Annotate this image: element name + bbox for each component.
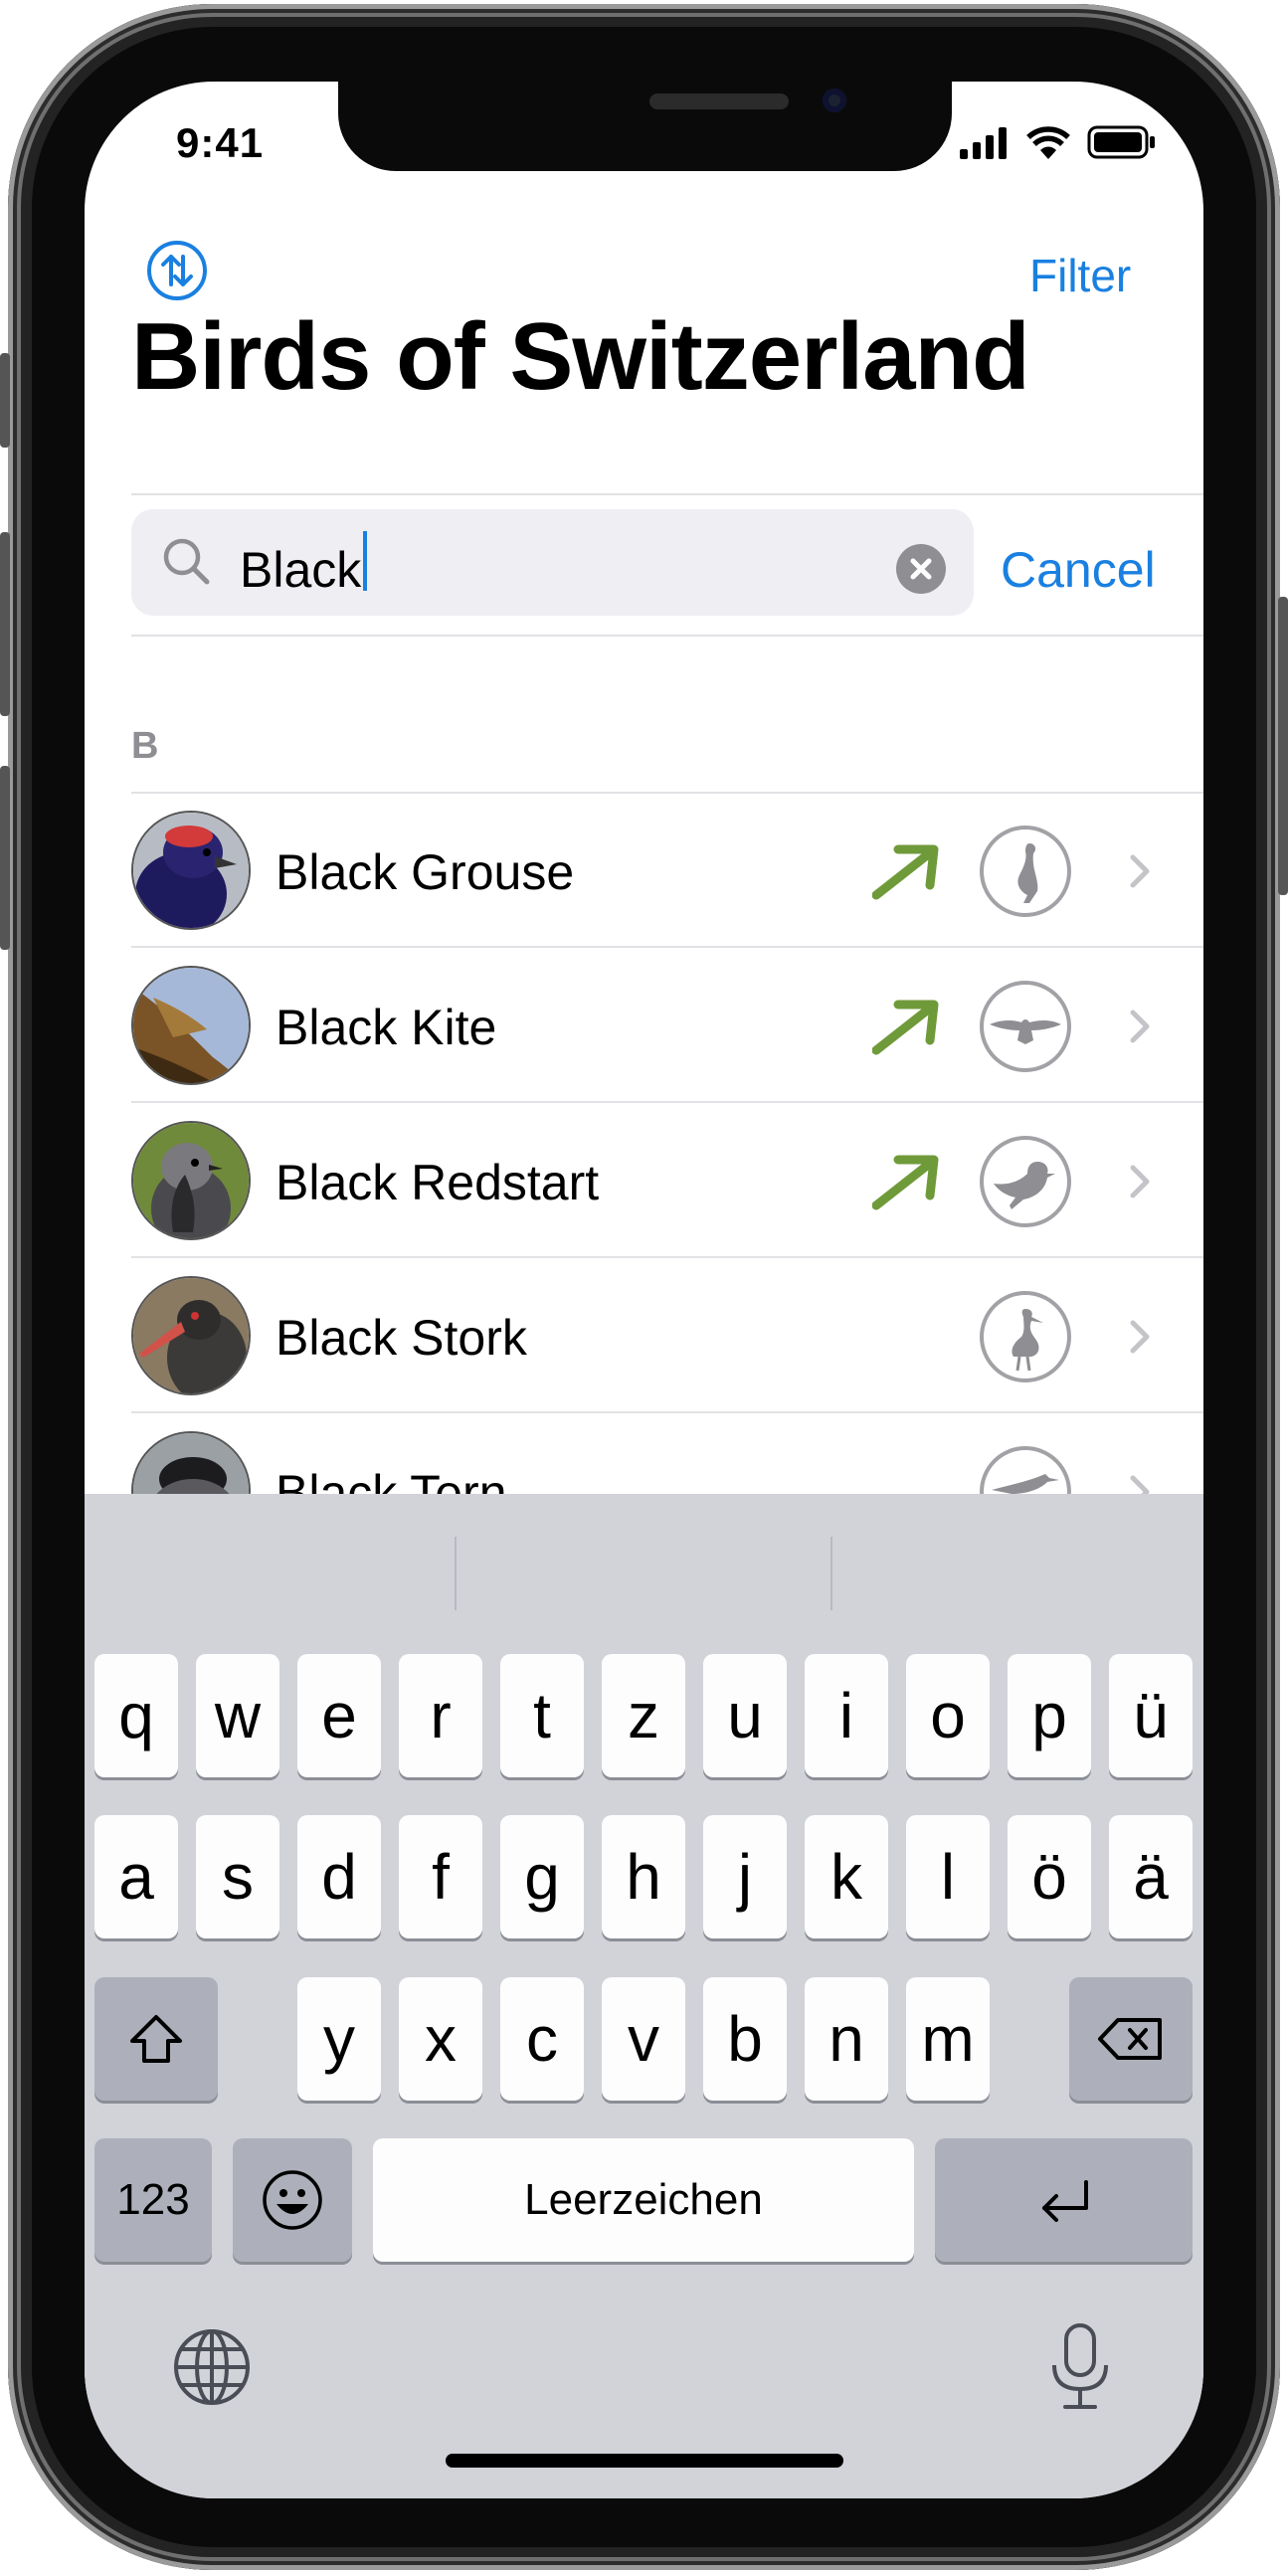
key-h[interactable]: h bbox=[602, 1815, 685, 1938]
emoji-icon bbox=[263, 2170, 322, 2230]
key-a[interactable]: a bbox=[94, 1815, 178, 1938]
return-key[interactable] bbox=[935, 2138, 1193, 2262]
wifi-icon bbox=[1026, 126, 1070, 159]
key-u-umlaut[interactable]: ü bbox=[1109, 1654, 1193, 1777]
key-o[interactable]: o bbox=[906, 1654, 990, 1777]
battery-icon bbox=[1087, 125, 1155, 159]
cellular-signal-icon bbox=[960, 127, 1007, 159]
songbird-silhouette-icon bbox=[980, 1136, 1071, 1227]
list-item[interactable]: Black Grouse bbox=[131, 794, 1203, 948]
key-v[interactable]: v bbox=[602, 1977, 685, 2101]
chevron-right-icon bbox=[1130, 1165, 1150, 1198]
title-divider bbox=[131, 493, 1203, 495]
search-input[interactable]: Black bbox=[240, 541, 361, 599]
chevron-right-icon bbox=[1130, 854, 1150, 888]
trend-up-icon bbox=[872, 844, 939, 900]
trend-up-icon bbox=[872, 1155, 939, 1210]
section-header: B bbox=[131, 725, 159, 767]
emoji-key[interactable] bbox=[233, 2138, 352, 2262]
key-l[interactable]: l bbox=[906, 1815, 990, 1938]
key-k[interactable]: k bbox=[805, 1815, 888, 1938]
chevron-right-icon bbox=[1130, 1320, 1150, 1354]
key-q[interactable]: q bbox=[94, 1654, 178, 1777]
bird-avatar bbox=[131, 966, 251, 1085]
key-f[interactable]: f bbox=[399, 1815, 482, 1938]
key-m[interactable]: m bbox=[906, 1977, 990, 2101]
speaker-grille bbox=[649, 93, 789, 109]
key-s[interactable]: s bbox=[196, 1815, 279, 1938]
bird-name: Black Grouse bbox=[276, 844, 575, 900]
microphone-icon[interactable] bbox=[1045, 2321, 1115, 2413]
clear-icon bbox=[910, 558, 932, 580]
bird-name: Black Stork bbox=[276, 1310, 527, 1366]
row-divider bbox=[131, 946, 1203, 948]
search-divider bbox=[131, 635, 1203, 637]
volume-up-button bbox=[0, 532, 10, 716]
key-d[interactable]: d bbox=[297, 1815, 381, 1938]
bird-avatar bbox=[131, 1276, 251, 1395]
key-n[interactable]: n bbox=[805, 1977, 888, 2101]
stork-silhouette-icon bbox=[980, 1291, 1071, 1382]
return-icon bbox=[1041, 2180, 1088, 2222]
row-divider bbox=[131, 1256, 1203, 1258]
numbers-key[interactable]: 123 bbox=[94, 2138, 212, 2262]
keyboard: q w e r t z u i o p ü a s d f g h j k l … bbox=[85, 1494, 1203, 2498]
row-divider bbox=[131, 1411, 1203, 1413]
key-r[interactable]: r bbox=[399, 1654, 482, 1777]
raptor-silhouette-icon bbox=[980, 981, 1071, 1072]
text-cursor bbox=[363, 531, 367, 591]
cancel-button[interactable]: Cancel bbox=[1001, 541, 1156, 599]
bird-name: Black Kite bbox=[276, 1000, 497, 1055]
key-x[interactable]: x bbox=[399, 1977, 482, 2101]
key-u[interactable]: u bbox=[703, 1654, 787, 1777]
bird-avatar bbox=[131, 811, 251, 930]
key-z[interactable]: z bbox=[602, 1654, 685, 1777]
search-icon bbox=[163, 538, 210, 585]
mute-switch bbox=[0, 353, 10, 448]
key-o-umlaut[interactable]: ö bbox=[1008, 1815, 1091, 1938]
list-item[interactable]: Black Kite bbox=[131, 949, 1203, 1103]
volume-down-button bbox=[0, 766, 10, 950]
suggestion-divider bbox=[830, 1537, 832, 1610]
key-p[interactable]: p bbox=[1008, 1654, 1091, 1777]
key-e[interactable]: e bbox=[297, 1654, 381, 1777]
shift-icon bbox=[130, 2015, 182, 2063]
row-divider bbox=[131, 1101, 1203, 1103]
front-camera bbox=[823, 89, 846, 112]
key-g[interactable]: g bbox=[500, 1815, 584, 1938]
bird-name: Black Redstart bbox=[276, 1155, 600, 1210]
list-item[interactable]: Black Redstart bbox=[131, 1104, 1203, 1258]
trend-up-icon bbox=[872, 1000, 939, 1055]
bird-avatar bbox=[131, 1121, 251, 1240]
suggestion-divider bbox=[455, 1537, 457, 1610]
backspace-icon bbox=[1098, 2018, 1162, 2060]
key-j[interactable]: j bbox=[703, 1815, 787, 1938]
key-a-umlaut[interactable]: ä bbox=[1109, 1815, 1193, 1938]
chevron-right-icon bbox=[1130, 1010, 1150, 1043]
key-t[interactable]: t bbox=[500, 1654, 584, 1777]
search-bar: Black Cancel bbox=[85, 280, 1203, 616]
screen: 9:41 Filter Birds of Switzerland Black C… bbox=[85, 82, 1203, 2498]
shift-key[interactable] bbox=[94, 1977, 218, 2101]
key-b[interactable]: b bbox=[703, 1977, 787, 2101]
key-i[interactable]: i bbox=[805, 1654, 888, 1777]
key-y[interactable]: y bbox=[297, 1977, 381, 2101]
grouse-silhouette-icon bbox=[980, 826, 1071, 917]
space-key[interactable]: Leerzeichen bbox=[373, 2138, 914, 2262]
delete-key[interactable] bbox=[1069, 1977, 1193, 2101]
key-c[interactable]: c bbox=[500, 1977, 584, 2101]
status-time: 9:41 bbox=[176, 119, 265, 166]
power-button bbox=[1278, 597, 1288, 895]
key-w[interactable]: w bbox=[196, 1654, 279, 1777]
home-indicator[interactable] bbox=[446, 2454, 843, 2468]
clear-search-button[interactable] bbox=[896, 544, 946, 594]
list-item[interactable]: Black Stork bbox=[131, 1259, 1203, 1413]
globe-icon[interactable] bbox=[172, 2327, 252, 2407]
notch bbox=[338, 82, 952, 171]
